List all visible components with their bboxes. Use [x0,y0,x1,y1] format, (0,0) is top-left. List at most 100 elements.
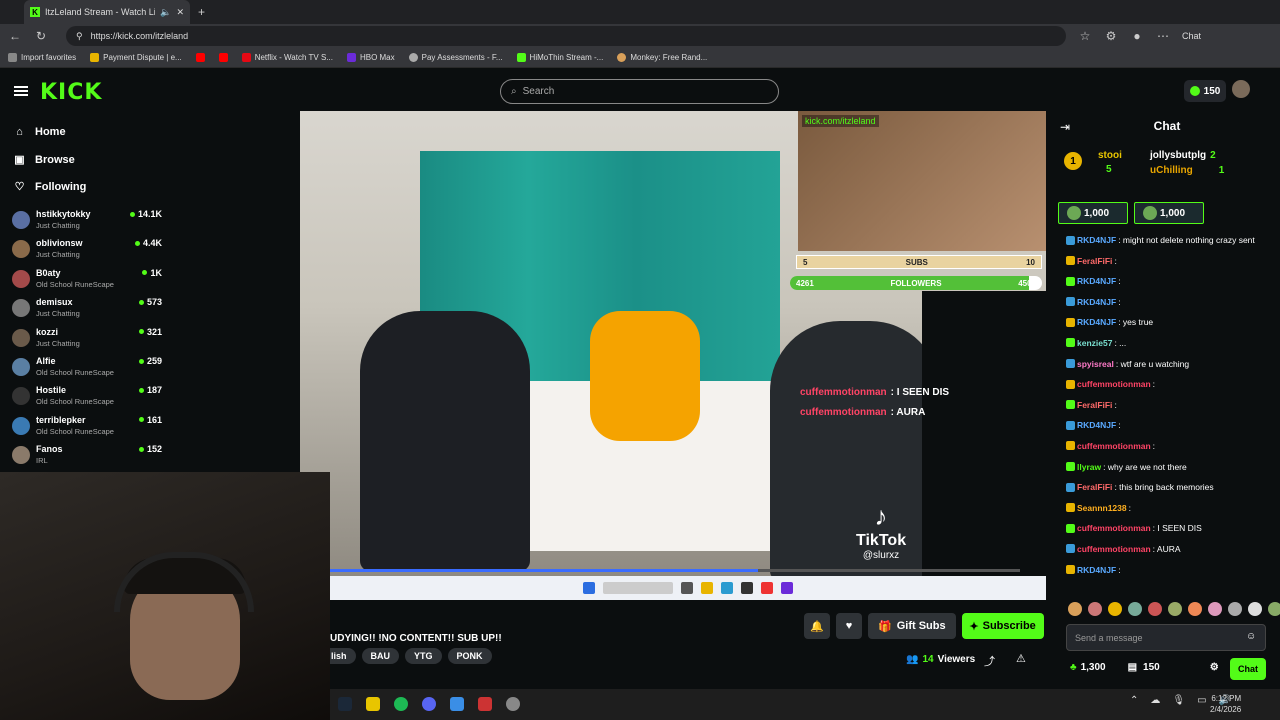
sidebar-channel[interactable]: terriblepker Old School RuneScape 161 [12,413,162,441]
bookmark-item[interactable]: Payment Dispute | e... [90,53,182,62]
tag-chip[interactable]: YTG [405,648,442,664]
discord-icon[interactable] [422,697,436,711]
chat-username[interactable]: RKD4NJF [1077,234,1116,246]
sidebar-channel[interactable]: B0aty Old School RuneScape 1K [12,266,162,294]
spotify-icon[interactable] [394,697,408,711]
sidebar-channel[interactable]: kozzi Just Chatting 321 [12,325,162,353]
sticky-notes-icon[interactable] [366,697,380,711]
leaderboard-entry[interactable]: jollysbutplg 2 [1150,150,1216,161]
emoji-picker-icon[interactable]: ☺ [1246,631,1256,642]
sidebar-item-browse[interactable]: ▣ Browse [14,153,74,167]
emote-icon[interactable] [1088,602,1102,616]
back-icon[interactable]: ← [8,29,22,43]
mic-icon[interactable]: 🎙 [1172,695,1185,706]
bookmark-item[interactable]: Monkey: Free Rand... [617,53,707,62]
bookmark-item[interactable]: Netflix - Watch TV S... [241,53,333,62]
chat-send-button[interactable]: Chat [1230,658,1266,680]
kick-logo[interactable]: KICK [40,80,102,105]
emote-icon[interactable] [1188,602,1202,616]
sidebar-channel[interactable]: demisux Just Chatting 573 [12,295,162,323]
extensions-icon[interactable]: ⚙ [1104,29,1118,43]
chat-username[interactable]: llyraw [1077,461,1101,473]
chat-username[interactable]: RKD4NJF [1077,564,1116,576]
emote-icon[interactable] [1268,602,1280,616]
emote-icon[interactable] [1168,602,1182,616]
share-icon[interactable]: ⤴ [984,653,995,669]
leaderboard-entry[interactable]: uChilling 1 [1150,165,1224,176]
sidebar-item-home[interactable]: ⌂ Home [14,126,65,138]
chat-username[interactable]: spyisreal [1077,358,1114,370]
app-icon[interactable] [450,697,464,711]
tag-chip[interactable]: PONK [447,648,492,664]
emote-icon[interactable] [1108,602,1122,616]
gift-card[interactable]: 1,000 [1134,202,1204,224]
sidebar-channel[interactable]: Fanos IRL 152 [12,442,162,470]
cloud-icon[interactable]: ☁ [1150,695,1160,706]
taskbar-clock[interactable]: 6:12 PM 2/4/2026 [1210,693,1241,715]
menu-dots-icon[interactable]: ⋯ [1156,29,1170,43]
favorites-star-icon[interactable]: ☆ [1078,29,1092,43]
subscribe-button[interactable]: ✦ Subscribe [961,613,1044,639]
youtube-bookmark-icon[interactable] [195,53,205,62]
chat-username[interactable]: RKD4NJF [1077,275,1116,287]
bookmark-item[interactable]: Pay Assessments - F... [408,53,503,62]
chat-username[interactable]: cuffemmotionman [1077,522,1151,534]
emote-icon[interactable] [1068,602,1082,616]
chat-username[interactable]: Seannn1238 [1077,502,1127,514]
display-icon[interactable]: ▭ [1197,695,1206,706]
new-tab-icon[interactable]: + [198,5,205,19]
chat-message-input[interactable]: Send a message [1066,624,1266,651]
hamburger-menu-icon[interactable] [14,86,28,96]
address-bar[interactable]: ⚲ https://kick.com/itzleland [66,26,1066,46]
emote-icon[interactable] [1248,602,1262,616]
tab-close-icon[interactable]: ✕ [176,7,184,18]
chat-username[interactable]: RKD4NJF [1077,296,1116,308]
chat-username[interactable]: FeralFiFi [1077,481,1112,493]
bookmark-item[interactable]: Import favorites [8,53,76,62]
site-info-icon[interactable]: ⚲ [76,31,83,42]
steam-icon[interactable] [338,697,352,711]
notification-bell-button[interactable]: 🔔 [804,613,830,639]
leaderboard-entry[interactable]: stooi [1098,150,1122,161]
sidebar-item-following[interactable]: ♡ Following [14,180,87,194]
tag-chip[interactable]: BAU [361,648,400,664]
video-progress-bar[interactable] [330,569,1020,572]
chat-username[interactable]: RKD4NJF [1077,419,1116,431]
chat-username[interactable]: FeralFiFi [1077,255,1112,267]
follow-heart-button[interactable]: ♥ [836,613,862,639]
chat-settings-icon[interactable]: ⚙ [1210,662,1219,673]
chat-username[interactable]: cuffemmotionman [1077,543,1151,555]
app-icon[interactable] [506,697,520,711]
chat-username[interactable]: cuffemmotionman [1077,440,1151,452]
sidebar-channel[interactable]: hstikkytokky Just Chatting 14.1K [12,207,162,235]
emote-icon[interactable] [1228,602,1242,616]
video-player[interactable]: kick.com/itzleland 5 SUBS 10 4261 FOLLOW… [300,111,1046,600]
sidebar-channel[interactable]: Hostile Old School RuneScape 187 [12,383,162,411]
sidebar-channel[interactable]: Alfie Old School RuneScape 259 [12,354,162,382]
chat-username[interactable]: FeralFiFi [1077,399,1112,411]
search-input[interactable]: ⌕ Search [500,79,779,104]
emote-icon[interactable] [1208,602,1222,616]
app-icon[interactable] [478,697,492,711]
collapse-chat-icon[interactable]: ⇥ [1060,120,1070,134]
chat-username[interactable]: RKD4NJF [1077,316,1116,328]
chat-username[interactable]: kenzie57 [1077,337,1112,349]
bookmark-item[interactable]: HBO Max [346,53,395,62]
gift-subs-button[interactable]: 🎁 Gift Subs [868,613,956,639]
chat-username[interactable]: cuffemmotionman [1077,378,1151,390]
kicks-balance-button[interactable]: 150 [1184,80,1226,102]
copilot-button[interactable]: Chat [1182,31,1201,41]
user-avatar[interactable] [1232,80,1250,98]
refresh-icon[interactable]: ↻ [34,29,48,43]
mute-icon[interactable]: 🔈 [160,7,171,18]
emote-icon[interactable] [1148,602,1162,616]
profile-icon[interactable]: ● [1130,29,1144,43]
report-icon[interactable]: ⚠ [1016,652,1026,665]
gift-card[interactable]: 1,000 [1058,202,1128,224]
youtube-bookmark-icon[interactable] [218,53,228,62]
bookmark-item[interactable]: HiMoThin Stream -... [516,53,603,62]
chevron-up-icon[interactable]: ⌃ [1130,695,1138,706]
browser-tab[interactable]: K ItzLeland Stream - Watch Li 🔈 ✕ [24,0,190,24]
sidebar-channel[interactable]: oblivionsw Just Chatting 4.4K [12,236,162,264]
emote-icon[interactable] [1128,602,1142,616]
